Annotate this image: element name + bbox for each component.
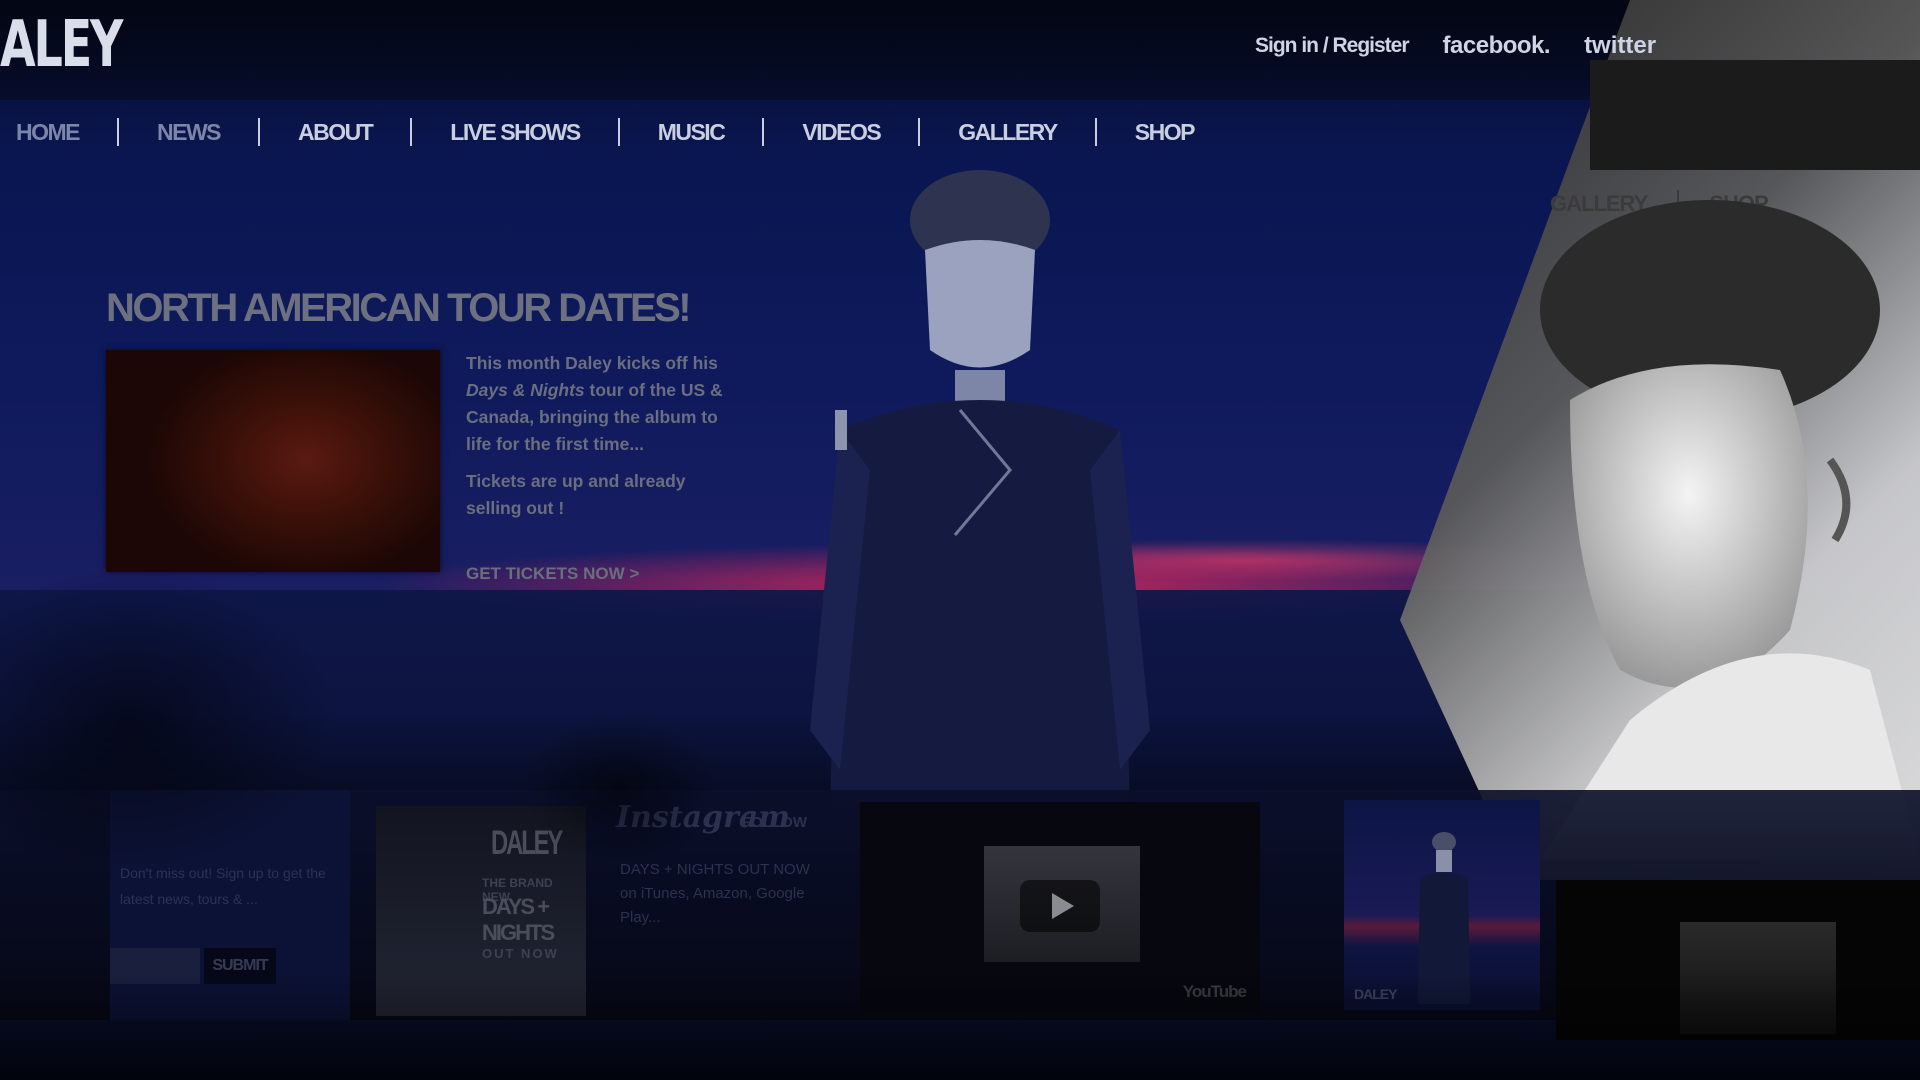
instagram-widget: Instagram FOLLOW DAYS + NIGHTS OUT NOW o… (616, 800, 846, 1010)
tour-text-before: This month Daley kicks off his (466, 353, 718, 373)
sign-in-register-link[interactable]: Sign in / Register (1255, 34, 1410, 58)
dark-widget[interactable] (1556, 880, 1920, 1040)
tickets-paragraph: Tickets are up and already selling out ! (466, 471, 686, 518)
side-portrait-image (1540, 200, 1920, 860)
get-tickets-link[interactable]: GET TICKETS NOW > (466, 564, 639, 584)
instagram-logo[interactable]: Instagram (616, 800, 846, 835)
album-title: DAYS + NIGHTS (482, 894, 555, 945)
twitter-link[interactable]: twitter (1584, 32, 1656, 60)
photo-widget[interactable]: DALEY (1344, 800, 1540, 1010)
nav-item-videos[interactable]: VIDEOS (764, 119, 918, 146)
main-nav: HOME NEWS ABOUT LIVE SHOWS MUSIC VIDEOS … (16, 118, 1232, 146)
tour-title: NORTH AMERICAN TOUR DATES! (106, 286, 692, 330)
nav-item-news[interactable]: NEWS (119, 119, 258, 146)
facebook-link[interactable]: facebook. (1443, 32, 1551, 60)
slider-next-arrow-icon[interactable] (950, 400, 1020, 540)
nav-item-gallery[interactable]: GALLERY (920, 119, 1095, 146)
tour-description: This month Daley kicks off his Days & Ni… (466, 350, 726, 532)
side-overlay-header (1590, 60, 1920, 170)
newsletter-widget: Don't miss out! Sign up to get the lates… (110, 790, 350, 1020)
album-name-emphasis: Days & Nights (466, 380, 585, 400)
play-icon[interactable] (1020, 880, 1100, 932)
top-links: Sign in / Register facebook. twitter (1255, 32, 1656, 60)
photo-label: DALEY (1354, 986, 1397, 1002)
instagram-post-text: DAYS + NIGHTS OUT NOW on iTunes, Amazon,… (620, 861, 810, 926)
nav-item-about[interactable]: ABOUT (260, 119, 410, 146)
video-widget[interactable]: YouTube (860, 802, 1260, 1012)
nav-item-music[interactable]: MUSIC (620, 119, 763, 146)
tour-thumbnail[interactable] (106, 350, 440, 572)
album-status: OUT NOW (482, 946, 559, 961)
album-artist: DALEY (491, 824, 563, 862)
nav-item-shop[interactable]: SHOP (1097, 119, 1232, 146)
instagram-follow-link[interactable]: FOLLOW (742, 814, 807, 831)
newsletter-email-input[interactable] (110, 948, 200, 984)
tour-paragraph: This month Daley kicks off his Days & Ni… (466, 350, 726, 458)
dark-widget-thumbnail[interactable] (1680, 922, 1836, 1034)
site-logo[interactable]: ALEY (0, 8, 123, 82)
youtube-logo: YouTube (1182, 982, 1247, 1001)
album-widget[interactable]: DALEY THE BRAND NEW DAYS + NIGHTS OUT NO… (376, 806, 586, 1016)
nav-item-home[interactable]: HOME (16, 119, 117, 146)
nav-item-live-shows[interactable]: LIVE SHOWS (412, 119, 617, 146)
newsletter-text: Don't miss out! Sign up to get the lates… (120, 865, 326, 907)
newsletter-submit-button[interactable]: SUBMIT (204, 948, 276, 984)
mini-artist-image (1418, 832, 1470, 1004)
